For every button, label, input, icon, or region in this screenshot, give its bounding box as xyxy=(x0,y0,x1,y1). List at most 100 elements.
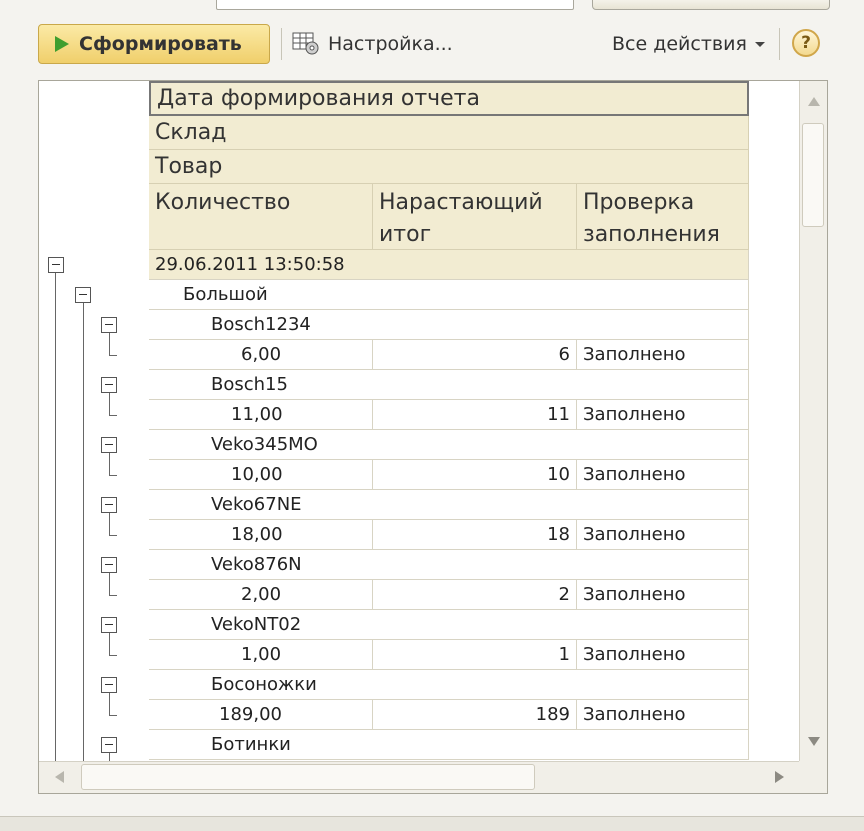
item-row[interactable]: Bosch1234 xyxy=(149,310,749,340)
scrollbar-corner xyxy=(799,761,827,793)
header-check[interactable]: Проверка заполнения xyxy=(577,184,749,250)
item-row[interactable]: Bosch15 xyxy=(149,370,749,400)
check-cell[interactable]: Заполнено xyxy=(577,520,749,550)
item-row[interactable]: Veko876N xyxy=(149,550,749,580)
tree-line xyxy=(109,393,110,415)
group-row-date[interactable]: 29.06.2011 13:50:58 xyxy=(149,250,749,280)
collapse-toggle-item[interactable] xyxy=(101,437,117,453)
tree-line xyxy=(83,303,84,761)
arrow-right-icon xyxy=(774,771,784,783)
toolbar-separator xyxy=(281,28,282,60)
group-row-warehouse[interactable]: Большой xyxy=(149,280,749,310)
generate-button-label: Сформировать xyxy=(79,33,242,55)
header-warehouse[interactable]: Склад xyxy=(149,116,749,150)
play-icon xyxy=(55,36,69,52)
settings-icon xyxy=(292,32,320,56)
header-running-total[interactable]: Нарастающий итог xyxy=(373,184,577,250)
tree-line xyxy=(109,475,117,476)
running-total-cell[interactable]: 2 xyxy=(373,580,577,610)
collapse-toggle-item[interactable] xyxy=(101,377,117,393)
running-total-cell[interactable]: 10 xyxy=(373,460,577,490)
item-row[interactable]: Veko345MO xyxy=(149,430,749,460)
quantity-cell[interactable]: 189,00 xyxy=(149,700,373,730)
running-total-cell[interactable]: 11 xyxy=(373,400,577,430)
tree-line xyxy=(109,573,110,595)
check-cell[interactable]: Заполнено xyxy=(577,700,749,730)
quantity-cell[interactable]: 10,00 xyxy=(149,460,373,490)
tree-line xyxy=(109,595,117,596)
collapse-toggle-item[interactable] xyxy=(101,617,117,633)
all-actions-menu[interactable]: Все действия xyxy=(612,30,765,58)
vertical-scrollbar[interactable] xyxy=(799,81,827,761)
tree-line xyxy=(109,633,110,655)
scroll-right-button[interactable] xyxy=(759,762,799,792)
toolbar-separator xyxy=(779,28,780,60)
vertical-scroll-thumb[interactable] xyxy=(802,123,824,227)
collapse-toggle-item[interactable] xyxy=(101,557,117,573)
tree-line xyxy=(109,753,110,761)
all-actions-label: Все действия xyxy=(612,33,747,55)
header-quantity-label: Количество xyxy=(155,190,291,215)
collapse-toggle-warehouse[interactable] xyxy=(75,287,91,303)
tree-line xyxy=(109,693,110,715)
top-input-field[interactable] xyxy=(216,0,574,10)
collapse-toggle-date[interactable] xyxy=(48,257,64,273)
tree-line xyxy=(109,415,117,416)
tree-line xyxy=(109,715,117,716)
tree-line xyxy=(55,273,56,761)
collapse-toggle-item[interactable] xyxy=(101,317,117,333)
header-running-total-line1: Нарастающий xyxy=(379,190,543,215)
window-bottom-edge xyxy=(0,816,864,831)
tree-line xyxy=(109,453,110,475)
tree-line xyxy=(109,355,117,356)
check-cell[interactable]: Заполнено xyxy=(577,460,749,490)
settings-button-label: Настройка... xyxy=(328,33,453,55)
tree-line xyxy=(109,655,117,656)
help-button[interactable]: ? xyxy=(792,29,820,57)
tree-line xyxy=(109,535,117,536)
collapse-toggle-item[interactable] xyxy=(101,497,117,513)
quantity-cell[interactable]: 1,00 xyxy=(149,640,373,670)
quantity-cell[interactable]: 6,00 xyxy=(149,340,373,370)
header-product[interactable]: Товар xyxy=(149,150,749,184)
quantity-cell[interactable]: 2,00 xyxy=(149,580,373,610)
running-total-cell[interactable]: 189 xyxy=(373,700,577,730)
header-quantity[interactable]: Количество xyxy=(149,184,373,250)
chevron-down-icon xyxy=(754,41,765,47)
item-row[interactable]: Veko67NE xyxy=(149,490,749,520)
quantity-cell[interactable]: 11,00 xyxy=(149,400,373,430)
generate-button[interactable]: Сформировать xyxy=(38,24,270,64)
running-total-cell[interactable]: 18 xyxy=(373,520,577,550)
header-running-total-line2: итог xyxy=(379,222,432,247)
scroll-down-button[interactable] xyxy=(800,721,827,761)
toolbar: Сформировать Настройка... Все действия ? xyxy=(0,20,864,70)
check-cell[interactable]: Заполнено xyxy=(577,400,749,430)
report-table: Дата формирования отчета Склад Товар Кол… xyxy=(39,81,799,761)
header-check-line2: заполнения xyxy=(583,222,720,247)
tree-line xyxy=(109,333,110,355)
item-row[interactable]: Босоножки xyxy=(149,670,749,700)
report-area: Дата формирования отчета Склад Товар Кол… xyxy=(38,80,828,794)
check-cell[interactable]: Заполнено xyxy=(577,580,749,610)
arrow-down-icon xyxy=(808,736,820,746)
horizontal-scroll-thumb[interactable] xyxy=(81,764,535,790)
window-top-edge xyxy=(0,0,864,14)
header-check-line1: Проверка xyxy=(583,190,695,215)
collapse-toggle-item[interactable] xyxy=(101,677,117,693)
arrow-left-icon xyxy=(54,771,64,783)
top-button[interactable] xyxy=(592,0,830,10)
scroll-up-button[interactable] xyxy=(800,81,827,121)
check-cell[interactable]: Заполнено xyxy=(577,340,749,370)
item-row[interactable]: VekoNT02 xyxy=(149,610,749,640)
horizontal-scrollbar[interactable] xyxy=(39,761,799,793)
tree-line xyxy=(109,513,110,535)
quantity-cell[interactable]: 18,00 xyxy=(149,520,373,550)
running-total-cell[interactable]: 1 xyxy=(373,640,577,670)
settings-button[interactable]: Настройка... xyxy=(292,30,453,58)
scroll-left-button[interactable] xyxy=(39,762,79,792)
running-total-cell[interactable]: 6 xyxy=(373,340,577,370)
item-row[interactable]: Ботинки xyxy=(149,730,749,760)
check-cell[interactable]: Заполнено xyxy=(577,640,749,670)
collapse-toggle-item[interactable] xyxy=(101,737,117,753)
header-date[interactable]: Дата формирования отчета xyxy=(149,81,749,116)
